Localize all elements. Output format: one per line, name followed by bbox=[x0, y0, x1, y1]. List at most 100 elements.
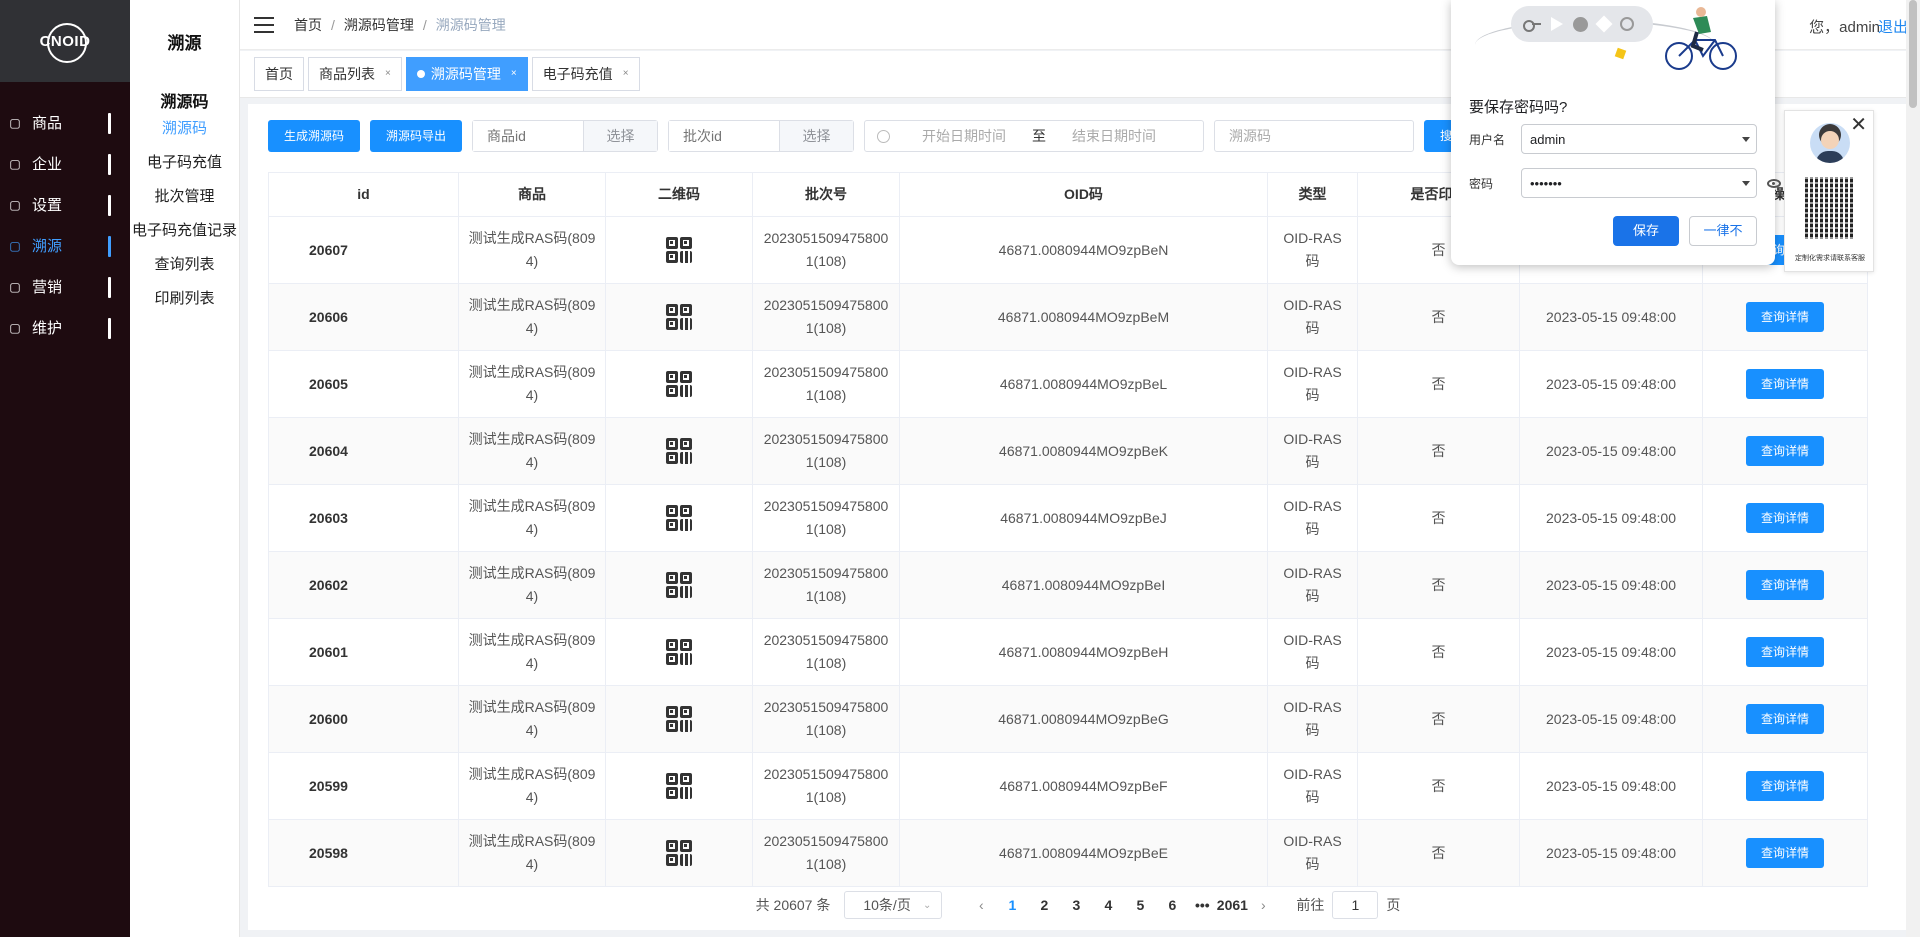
cell-qrcode bbox=[606, 552, 753, 618]
page-number[interactable]: 1 bbox=[996, 897, 1028, 913]
cell-id: 20598 bbox=[269, 820, 459, 886]
trace-code-input[interactable]: 溯源码 bbox=[1214, 120, 1415, 152]
nav-item-4[interactable]: ▢ 营销 bbox=[0, 266, 130, 307]
qrcode-icon[interactable] bbox=[666, 237, 692, 263]
submenu: 溯源 溯源码 溯源码 电子码充值 批次管理 电子码充值记录 查询列表 印刷列表 bbox=[130, 0, 240, 937]
submenu-item-4[interactable]: 查询列表 bbox=[130, 248, 239, 282]
page-number[interactable]: 6 bbox=[1156, 897, 1188, 913]
cell-oid: 46871.0080944MO9zpBeG bbox=[900, 686, 1268, 752]
generate-code-button[interactable]: 生成溯源码 bbox=[268, 120, 361, 152]
date-range-picker[interactable]: 开始日期时间 至 结束日期时间 bbox=[864, 120, 1205, 152]
batch-id-input[interactable] bbox=[669, 121, 780, 151]
export-code-button[interactable]: 溯源码导出 bbox=[370, 120, 463, 152]
qrcode-icon[interactable] bbox=[666, 639, 692, 665]
pagination-ellipsis[interactable]: ••• bbox=[1188, 897, 1216, 913]
tab-1[interactable]: 商品列表 × bbox=[308, 57, 402, 91]
prev-page-icon[interactable]: ‹ bbox=[966, 897, 996, 913]
query-detail-button[interactable]: 查询详情 bbox=[1745, 369, 1824, 399]
breadcrumb: 首页 / 溯源码管理 / 溯源码管理 bbox=[294, 15, 506, 35]
cell-product: 测试生成RAS码(8094) bbox=[459, 217, 606, 283]
page-size-select[interactable]: 10条/页 ⌄ bbox=[844, 891, 943, 919]
product-text: 测试生成RAS码(8094) bbox=[468, 498, 596, 537]
password-select[interactable]: ••••••• bbox=[1521, 168, 1757, 198]
logo: CNOID bbox=[0, 0, 130, 82]
breadcrumb-section[interactable]: 溯源码管理 bbox=[344, 15, 414, 35]
query-detail-button[interactable]: 查询详情 bbox=[1745, 704, 1824, 734]
product-select-button[interactable]: 选择 bbox=[583, 121, 658, 151]
query-detail-button[interactable]: 查询详情 bbox=[1745, 637, 1824, 667]
page-number[interactable]: 3 bbox=[1060, 897, 1092, 913]
menu-collapse-icon[interactable] bbox=[254, 16, 274, 33]
cell-type: OID-RAS码 bbox=[1268, 217, 1358, 283]
table-row: 20601 测试生成RAS码(8094) 20230515094758001(108… bbox=[269, 619, 1868, 686]
save-password-button[interactable]: 保存 bbox=[1613, 216, 1679, 246]
password-value: ••••••• bbox=[1530, 175, 1562, 191]
nav-item-5[interactable]: ▢ 维护 bbox=[0, 307, 130, 348]
tab-2[interactable]: 溯源码管理 × bbox=[405, 57, 528, 91]
date-end[interactable]: 结束日期时间 bbox=[1054, 126, 1174, 146]
close-tab-icon[interactable]: × bbox=[623, 58, 629, 90]
eye-icon[interactable] bbox=[1767, 178, 1781, 188]
type-text: OID-RAS码 bbox=[1283, 833, 1342, 872]
query-detail-button[interactable]: 查询详情 bbox=[1745, 771, 1824, 801]
product-id-input[interactable] bbox=[473, 121, 584, 151]
username-value: admin bbox=[1530, 131, 1566, 147]
next-page-icon[interactable]: › bbox=[1248, 897, 1278, 913]
type-text: OID-RAS码 bbox=[1283, 632, 1342, 671]
query-detail-button[interactable]: 查询详情 bbox=[1745, 570, 1824, 600]
page-scrollbar[interactable] bbox=[1906, 0, 1920, 937]
page-number[interactable]: 4 bbox=[1092, 897, 1124, 913]
nav-item-0[interactable]: ▢ 商品 bbox=[0, 102, 130, 143]
submenu-item-3[interactable]: 电子码充值记录 bbox=[130, 214, 239, 248]
query-detail-button[interactable]: 查询详情 bbox=[1745, 503, 1824, 533]
submenu-item-5[interactable]: 印刷列表 bbox=[130, 282, 239, 316]
qrcode-icon[interactable] bbox=[666, 304, 692, 330]
submenu-group-title: 溯源码 bbox=[160, 94, 209, 111]
nav-item-2[interactable]: ▢ 设置 bbox=[0, 184, 130, 225]
cell-action: 查询详情 bbox=[1703, 552, 1868, 618]
cell-batch: 20230515094758001(108) bbox=[753, 351, 900, 417]
scrollbar-thumb[interactable] bbox=[1909, 0, 1917, 108]
page-last[interactable]: 2061 bbox=[1216, 897, 1248, 913]
cell-batch: 20230515094758001(108) bbox=[753, 552, 900, 618]
type-text: OID-RAS码 bbox=[1283, 230, 1342, 269]
submenu-item-0[interactable]: 溯源码 bbox=[130, 112, 239, 146]
never-save-button[interactable]: 一律不 bbox=[1689, 216, 1757, 246]
submenu-item-1[interactable]: 电子码充值 bbox=[130, 146, 239, 180]
date-start[interactable]: 开始日期时间 bbox=[904, 126, 1024, 146]
breadcrumb-home[interactable]: 首页 bbox=[294, 15, 322, 35]
qrcode-icon[interactable] bbox=[666, 840, 692, 866]
close-tab-icon[interactable]: × bbox=[511, 58, 517, 90]
cell-type: OID-RAS码 bbox=[1268, 753, 1358, 819]
qrcode-icon[interactable] bbox=[666, 438, 692, 464]
nav-item-1[interactable]: ▢ 企业 bbox=[0, 143, 130, 184]
page-number[interactable]: 5 bbox=[1124, 897, 1156, 913]
query-detail-button[interactable]: 查询详情 bbox=[1745, 302, 1824, 332]
tab-3[interactable]: 电子码充值 × bbox=[531, 57, 640, 91]
gear-icon: ▢ bbox=[9, 197, 21, 212]
nav-item-3[interactable]: ▢ 溯源 bbox=[0, 225, 130, 266]
tab-0[interactable]: 首页 bbox=[254, 57, 304, 91]
close-icon[interactable]: ✕ bbox=[1850, 115, 1867, 135]
cell-oid: 46871.0080944MO9zpBeN bbox=[900, 217, 1268, 283]
query-detail-button[interactable]: 查询详情 bbox=[1745, 436, 1824, 466]
logout-link[interactable]: 退出 bbox=[1878, 16, 1908, 37]
qrcode-icon[interactable] bbox=[666, 505, 692, 531]
page-number[interactable]: 2 bbox=[1028, 897, 1060, 913]
goto-page-input[interactable]: 1 bbox=[1332, 891, 1379, 919]
cell-type: OID-RAS码 bbox=[1268, 485, 1358, 551]
batch-id-field: 选择 bbox=[668, 120, 855, 152]
cell-type: OID-RAS码 bbox=[1268, 686, 1358, 752]
query-detail-button[interactable]: 查询详情 bbox=[1745, 838, 1824, 868]
qrcode-icon[interactable] bbox=[666, 706, 692, 732]
qrcode-icon[interactable] bbox=[666, 572, 692, 598]
qrcode-icon[interactable] bbox=[666, 371, 692, 397]
qrcode-icon[interactable] bbox=[666, 773, 692, 799]
col-header-id: id bbox=[269, 173, 459, 216]
cell-qrcode bbox=[606, 418, 753, 484]
close-tab-icon[interactable]: × bbox=[385, 58, 391, 90]
submenu-item-2[interactable]: 批次管理 bbox=[130, 180, 239, 214]
username-select[interactable]: admin bbox=[1521, 124, 1757, 154]
batch-select-button[interactable]: 选择 bbox=[779, 121, 854, 151]
cell-batch: 20230515094758001(108) bbox=[753, 418, 900, 484]
